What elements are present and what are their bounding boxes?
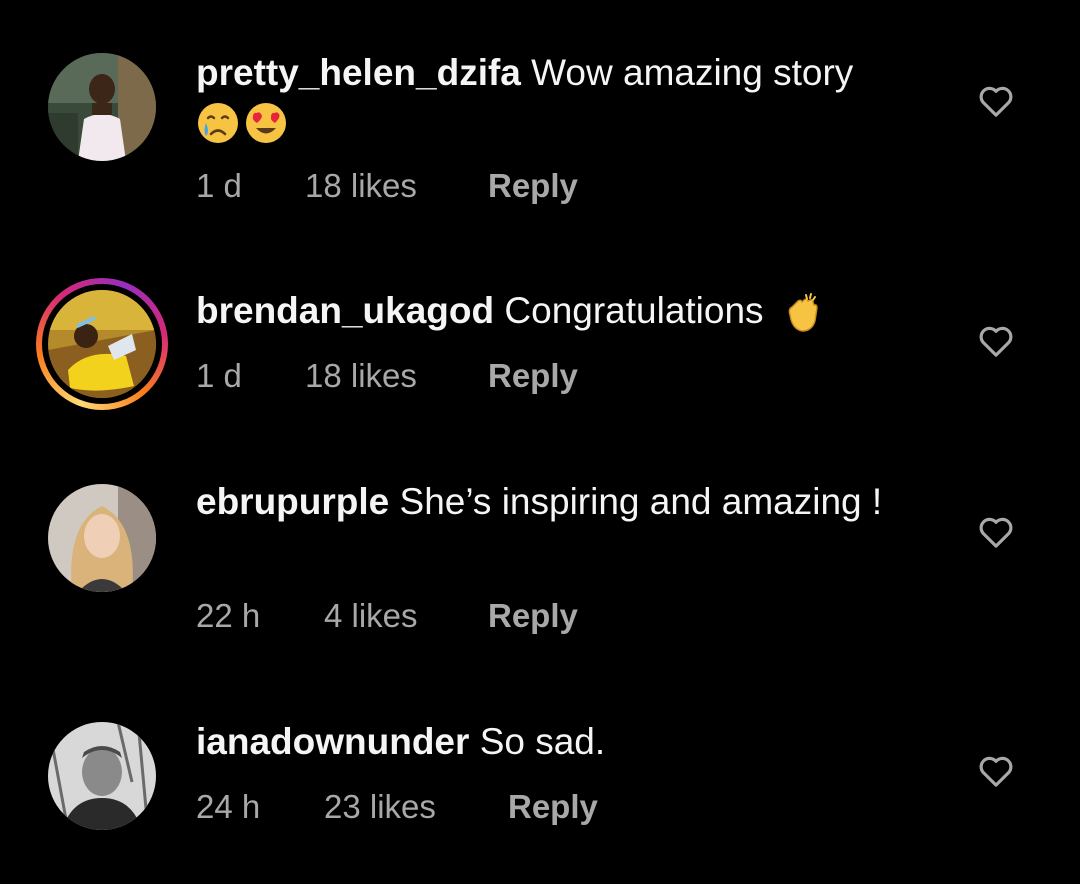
comment-time: 24 h (196, 788, 261, 825)
heart-eyes-face-icon (246, 103, 286, 144)
avatar[interactable] (48, 722, 156, 830)
likes-count[interactable]: 18 likes (305, 356, 417, 396)
comment-body: ebrupurple She’s inspiring and amazing ! (196, 478, 896, 526)
likes-count[interactable]: 18 likes (305, 166, 417, 206)
comment-text: So sad. (479, 721, 606, 762)
comment-text: Congratulations (504, 290, 764, 331)
comment-time: 22 h (196, 597, 261, 634)
profile-photo (48, 484, 156, 592)
profile-photo (48, 722, 156, 830)
comment-text: She’s inspiring and amazing ! (399, 481, 883, 522)
comment-body: ianadownunder So sad. (196, 718, 896, 766)
clapping-hands-icon (788, 293, 818, 332)
avatar (48, 290, 156, 398)
reply-button[interactable]: Reply (488, 356, 578, 396)
profile-photo (48, 53, 156, 161)
reply-button[interactable]: Reply (488, 166, 578, 206)
comment-time: 1 d (196, 167, 242, 204)
crying-face-icon (198, 103, 238, 144)
likes-count[interactable]: 4 likes (324, 596, 418, 636)
username-link[interactable]: ebrupurple (196, 481, 389, 522)
username-link[interactable]: ianadownunder (196, 721, 469, 762)
avatar[interactable] (48, 484, 156, 592)
comment-time: 1 d (196, 357, 242, 394)
reply-button[interactable]: Reply (508, 787, 598, 827)
profile-photo (48, 290, 156, 398)
comment-body: pretty_helen_dzifa Wow amazing story (196, 49, 896, 145)
username-link[interactable]: pretty_helen_dzifa (196, 52, 521, 93)
username-link[interactable]: brendan_ukagod (196, 290, 494, 331)
heart-icon[interactable] (976, 81, 1016, 121)
comment-text: Wow amazing story (531, 52, 854, 93)
likes-count[interactable]: 23 likes (324, 787, 436, 827)
reply-button[interactable]: Reply (488, 596, 578, 636)
avatar-with-story-ring[interactable] (36, 278, 168, 410)
avatar[interactable] (48, 53, 156, 161)
comment-body: brendan_ukagod Congratulations (196, 287, 896, 335)
heart-icon[interactable] (976, 751, 1016, 791)
heart-icon[interactable] (976, 321, 1016, 361)
heart-icon[interactable] (976, 512, 1016, 552)
